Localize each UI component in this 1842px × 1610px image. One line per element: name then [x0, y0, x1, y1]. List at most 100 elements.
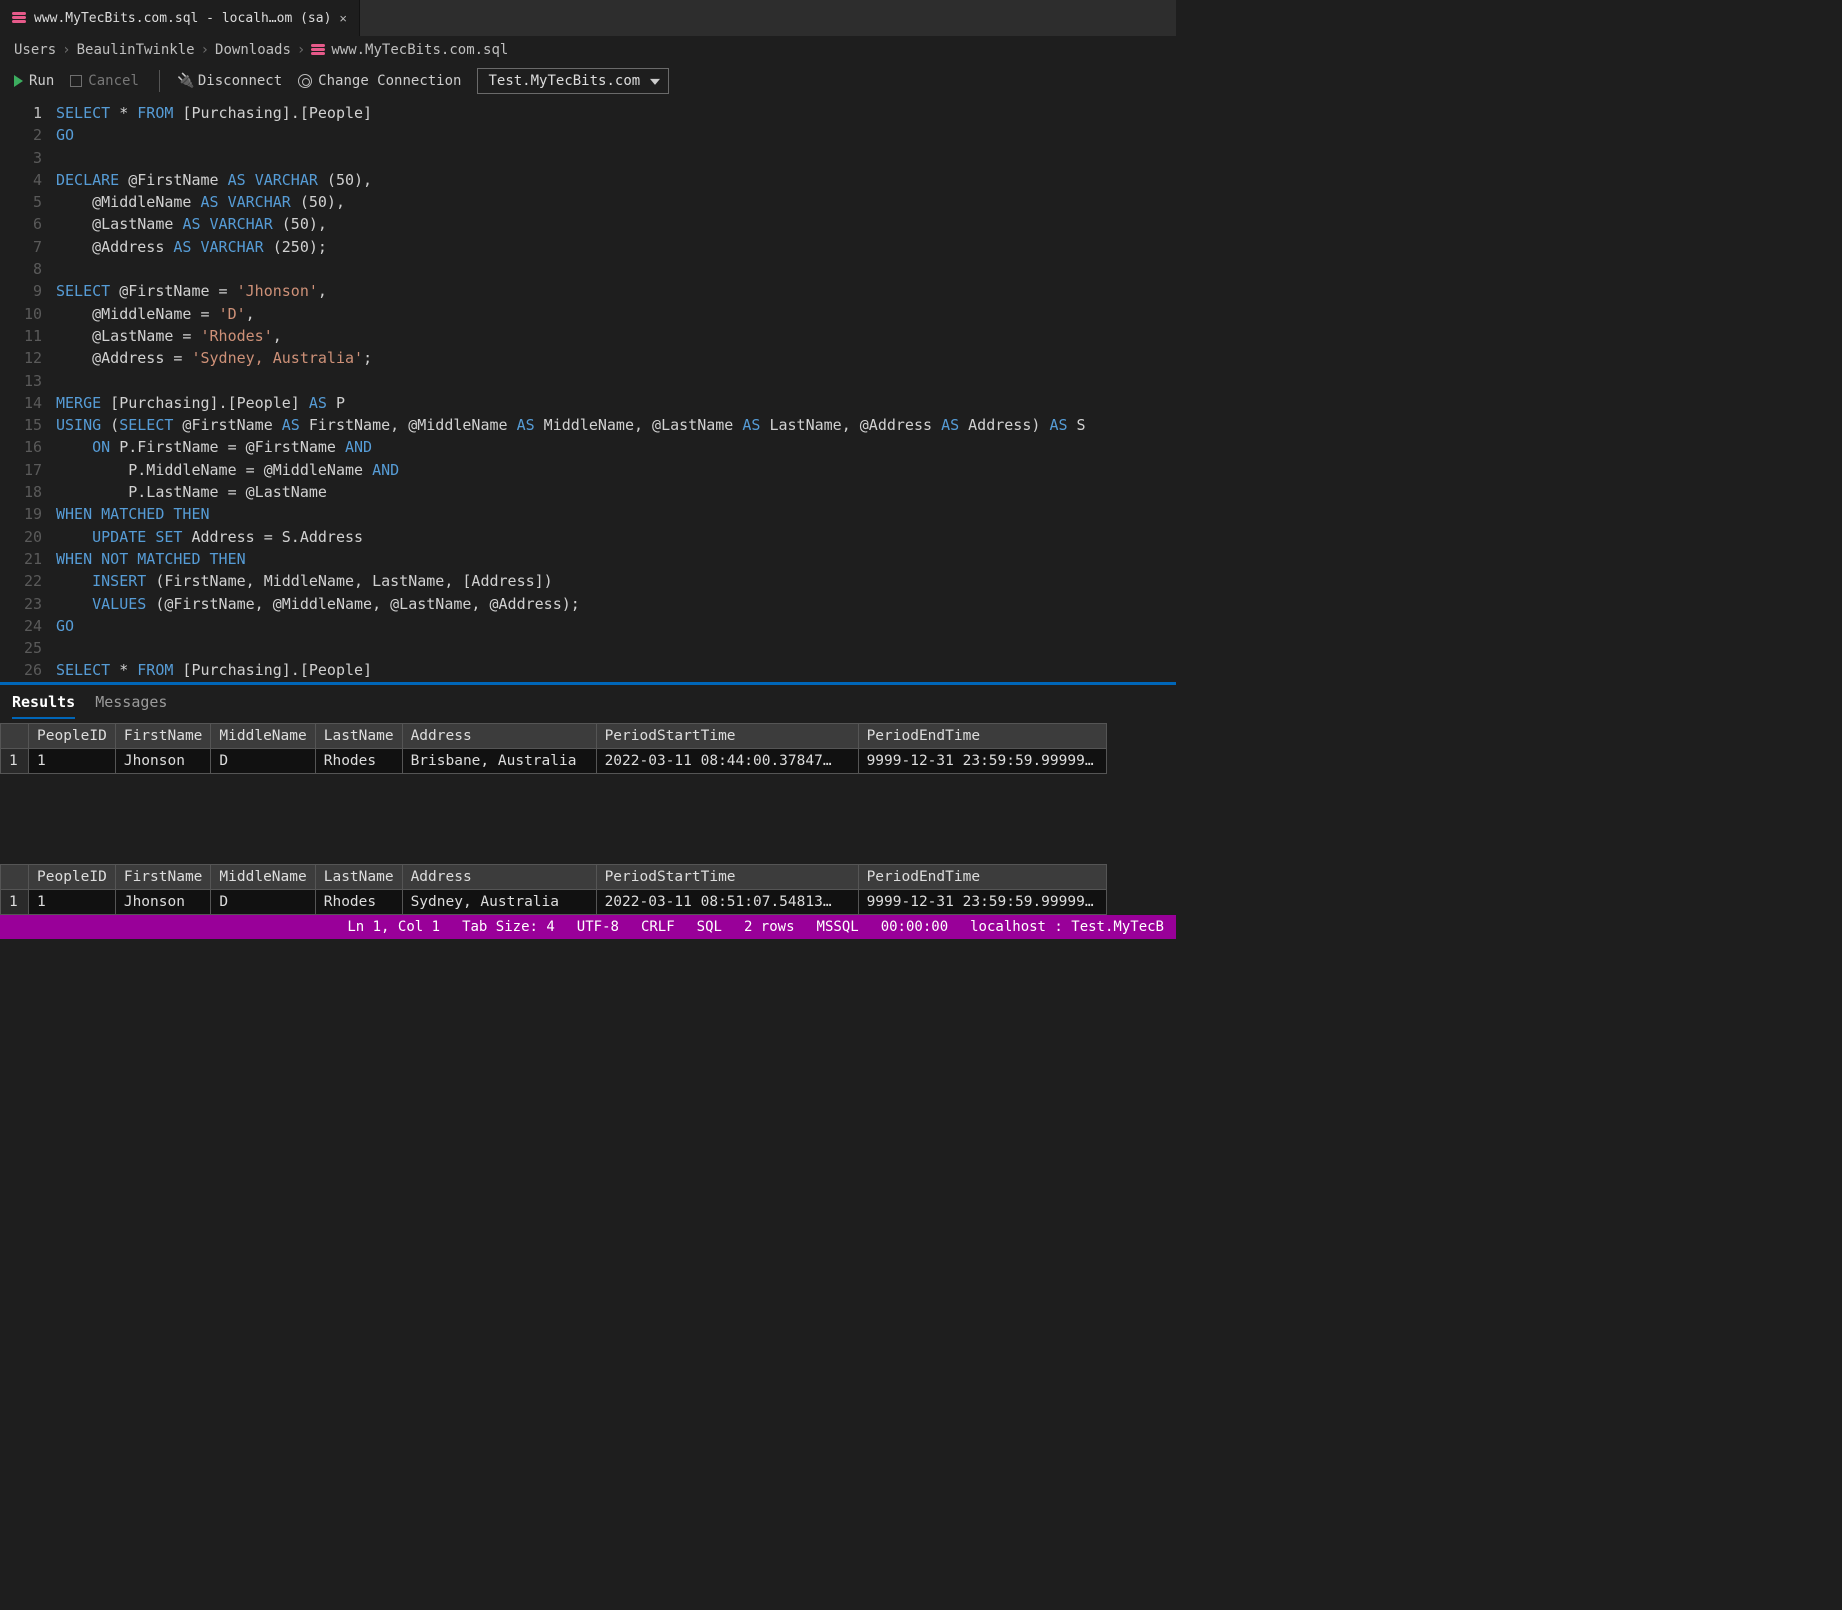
code-line[interactable]: SELECT * FROM [Purchasing].[People]	[56, 659, 1156, 681]
line-number: 11	[0, 325, 42, 347]
cell[interactable]: 2022-03-11 08:51:07.54813…	[596, 889, 858, 914]
row-number-header	[1, 723, 29, 748]
cell[interactable]: 2022-03-11 08:44:00.37847…	[596, 748, 858, 773]
breadcrumb-item[interactable]: Users	[14, 42, 56, 58]
stop-icon	[70, 75, 82, 87]
change-connection-icon	[298, 74, 312, 88]
code-line[interactable]: USING (SELECT @FirstName AS FirstName, @…	[56, 414, 1156, 436]
code-line[interactable]: VALUES (@FirstName, @MiddleName, @LastNa…	[56, 593, 1156, 615]
results-grid[interactable]: PeopleIDFirstNameMiddleNameLastNameAddre…	[0, 864, 1107, 915]
cell[interactable]: D	[211, 748, 315, 773]
table-row[interactable]: 11JhonsonDRhodesBrisbane, Australia2022-…	[1, 748, 1107, 773]
code-line[interactable]: WHEN NOT MATCHED THEN	[56, 548, 1156, 570]
code-content[interactable]: SELECT * FROM [Purchasing].[People]GO DE…	[56, 102, 1176, 682]
column-header[interactable]: MiddleName	[211, 723, 315, 748]
column-header[interactable]: PeopleID	[29, 723, 116, 748]
code-line[interactable]: WHEN MATCHED THEN	[56, 503, 1156, 525]
cell[interactable]: Rhodes	[315, 889, 402, 914]
code-line[interactable]: SELECT * FROM [Purchasing].[People]	[56, 102, 1156, 124]
code-line[interactable]: UPDATE SET Address = S.Address	[56, 526, 1156, 548]
status-eol[interactable]: CRLF	[641, 919, 675, 935]
code-line[interactable]: @Address = 'Sydney, Australia';	[56, 347, 1156, 369]
breadcrumb-item[interactable]: Downloads	[215, 42, 291, 58]
line-number: 1	[0, 102, 42, 124]
column-header[interactable]: PeriodStartTime	[596, 864, 858, 889]
code-line[interactable]: @Address AS VARCHAR (250);	[56, 236, 1156, 258]
status-language[interactable]: SQL	[697, 919, 722, 935]
code-line[interactable]: MERGE [Purchasing].[People] AS P	[56, 392, 1156, 414]
table-row[interactable]: 11JhonsonDRhodesSydney, Australia2022-03…	[1, 889, 1107, 914]
cell[interactable]: Jhonson	[115, 889, 211, 914]
editor-tab[interactable]: www.MyTecBits.com.sql - localh…om (sa) ×	[0, 0, 360, 36]
cell[interactable]: 1	[29, 889, 116, 914]
breadcrumb-item[interactable]: BeaulinTwinkle	[77, 42, 195, 58]
cell[interactable]: Brisbane, Australia	[402, 748, 596, 773]
breadcrumb-item[interactable]: www.MyTecBits.com.sql	[331, 42, 508, 58]
code-line[interactable]: DECLARE @FirstName AS VARCHAR (50),	[56, 169, 1156, 191]
column-header[interactable]: Address	[402, 723, 596, 748]
cell[interactable]: Sydney, Australia	[402, 889, 596, 914]
column-header[interactable]: LastName	[315, 864, 402, 889]
divider	[159, 70, 160, 92]
run-button[interactable]: Run	[14, 73, 54, 89]
cell[interactable]: Jhonson	[115, 748, 211, 773]
results-panel-tabs: Results Messages	[0, 685, 1176, 719]
code-line[interactable]: @MiddleName AS VARCHAR (50),	[56, 191, 1156, 213]
code-line[interactable]: @LastName = 'Rhodes',	[56, 325, 1156, 347]
line-number: 10	[0, 303, 42, 325]
column-header[interactable]: PeriodEndTime	[858, 864, 1106, 889]
code-line[interactable]	[56, 147, 1156, 169]
column-header[interactable]: Address	[402, 864, 596, 889]
chevron-right-icon: ›	[201, 42, 209, 58]
code-line[interactable]: P.LastName = @LastName	[56, 481, 1156, 503]
column-header[interactable]: FirstName	[115, 864, 211, 889]
code-line[interactable]: GO	[56, 615, 1156, 637]
status-cursor-pos[interactable]: Ln 1, Col 1	[347, 919, 440, 935]
line-number: 16	[0, 436, 42, 458]
column-header[interactable]: PeopleID	[29, 864, 116, 889]
column-header[interactable]: PeriodEndTime	[858, 723, 1106, 748]
disconnect-label: Disconnect	[198, 73, 282, 89]
tab-messages[interactable]: Messages	[95, 693, 167, 719]
code-line[interactable]: @LastName AS VARCHAR (50),	[56, 213, 1156, 235]
database-selected: Test.MyTecBits.com	[488, 73, 640, 89]
code-line[interactable]: ON P.FirstName = @FirstName AND	[56, 436, 1156, 458]
line-number: 9	[0, 280, 42, 302]
code-line[interactable]: P.MiddleName = @MiddleName AND	[56, 459, 1156, 481]
cell[interactable]: 9999-12-31 23:59:59.99999…	[858, 748, 1106, 773]
code-line[interactable]: INSERT (FirstName, MiddleName, LastName,…	[56, 570, 1156, 592]
status-encoding[interactable]: UTF-8	[577, 919, 619, 935]
tab-results[interactable]: Results	[12, 693, 75, 719]
line-number: 14	[0, 392, 42, 414]
disconnect-button[interactable]: 🔌 Disconnect	[180, 73, 282, 89]
line-number: 12	[0, 347, 42, 369]
code-line[interactable]: SELECT @FirstName = 'Jhonson',	[56, 280, 1156, 302]
cell[interactable]: 1	[29, 748, 116, 773]
code-line[interactable]	[56, 370, 1156, 392]
column-header[interactable]: MiddleName	[211, 864, 315, 889]
row-number: 1	[1, 889, 29, 914]
code-line[interactable]	[56, 637, 1156, 659]
line-number: 8	[0, 258, 42, 280]
code-editor[interactable]: 1234567891011121314151617181920212223242…	[0, 102, 1176, 682]
column-header[interactable]: FirstName	[115, 723, 211, 748]
status-tabsize[interactable]: Tab Size: 4	[462, 919, 555, 935]
line-number: 17	[0, 459, 42, 481]
database-icon	[311, 44, 325, 56]
line-number: 6	[0, 213, 42, 235]
code-line[interactable]: GO	[56, 124, 1156, 146]
cell[interactable]: 9999-12-31 23:59:59.99999…	[858, 889, 1106, 914]
results-grid[interactable]: PeopleIDFirstNameMiddleNameLastNameAddre…	[0, 723, 1107, 774]
code-line[interactable]: @MiddleName = 'D',	[56, 303, 1156, 325]
status-provider[interactable]: MSSQL	[817, 919, 859, 935]
database-dropdown[interactable]: Test.MyTecBits.com	[477, 68, 669, 94]
cell[interactable]: Rhodes	[315, 748, 402, 773]
code-line[interactable]	[56, 258, 1156, 280]
tab-title: www.MyTecBits.com.sql - localh…om (sa)	[34, 11, 331, 26]
status-connection[interactable]: localhost : Test.MyTecB	[970, 919, 1164, 935]
change-connection-button[interactable]: Change Connection	[298, 73, 461, 89]
cell[interactable]: D	[211, 889, 315, 914]
close-icon[interactable]: ×	[339, 11, 347, 26]
column-header[interactable]: PeriodStartTime	[596, 723, 858, 748]
column-header[interactable]: LastName	[315, 723, 402, 748]
